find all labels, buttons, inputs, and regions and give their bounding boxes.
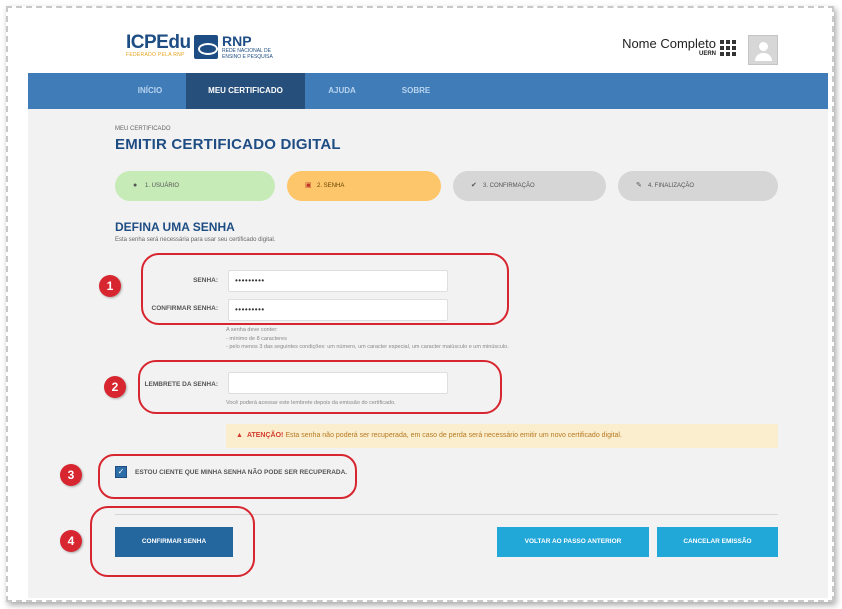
rnp-logo-title: RNP [222,33,252,49]
alert-text: Esta senha não poderá ser recuperada, em… [285,432,622,439]
grid-apps-icon[interactable] [720,40,736,56]
nav-item-ajuda[interactable]: AJUDA [316,73,368,109]
annotation-ring-1 [141,253,509,325]
user-icon: ● [133,182,138,189]
cancel-emission-button[interactable]: CANCELAR EMISSÃO [657,527,778,557]
section-title: DEFINA UMA SENHA [115,220,235,234]
user-organization: UERN [698,51,716,57]
icpedu-logo[interactable]: ICPEdu FEDERADO PELA RNP [126,32,191,58]
main-nav: INÍCIO MEU CERTIFICADO AJUDA SOBRE [28,73,828,109]
signature-icon: ✎ [636,182,642,189]
alert-strong: ATENÇÃO! [246,432,284,439]
step-label: 1. USUÁRIO [145,183,180,189]
rnp-logo[interactable]: RNP REDE NACIONAL DE ENSINO E PESQUISA [194,34,273,60]
password-rules: A senha deve conter: - mínimo de 8 carac… [226,326,509,352]
user-avatar-icon[interactable] [748,35,778,65]
screenshot-frame: ICPEdu FEDERADO PELA RNP RNP REDE NACION… [6,6,834,602]
page: ICPEdu FEDERADO PELA RNP RNP REDE NACION… [28,20,828,598]
header: ICPEdu FEDERADO PELA RNP RNP REDE NACION… [28,20,828,73]
nav-item-sobre[interactable]: SOBRE [388,73,444,109]
password-rule: - mínimo de 8 caracteres [226,335,287,342]
annotation-number-1: 1 [99,275,121,297]
annotation-number-2: 2 [104,376,126,398]
annotation-ring-4 [90,506,255,577]
step-confirmacao: ✔ 3. CONFIRMAÇÃO [453,171,606,201]
step-finalizacao: ✎ 4. FINALIZAÇÃO [618,171,778,201]
breadcrumb: MEU CERTIFICADO [115,126,171,132]
annotation-number-4: 4 [60,530,82,552]
password-rule: - pelo menos 3 das seguintes condições: … [226,344,509,350]
annotation-ring-3 [98,454,357,499]
user-name: Nome Completo [622,36,716,51]
step-label: 2. SENHA [317,183,345,189]
icpedu-logo-text: ICPEdu [126,32,191,53]
annotation-ring-2 [138,360,502,414]
password-rule: A senha deve conter: [226,327,278,333]
rnp-logo-icon [194,35,218,59]
warning-alert: ▲ ATENÇÃO! Esta senha não poderá ser recu… [226,424,778,448]
page-title: EMITIR CERTIFICADO DIGITAL [115,136,341,153]
check-circle-icon: ✔ [471,182,477,189]
icpedu-logo-subtitle: FEDERADO PELA RNP [126,52,185,58]
nav-item-inicio[interactable]: INÍCIO [115,73,185,109]
lock-icon: ▣ [305,182,312,189]
nav-item-meu-certificado[interactable]: MEU CERTIFICADO [186,73,305,109]
warning-icon: ▲ [236,432,243,439]
step-usuario: ● 1. USUÁRIO [115,171,275,201]
user-info[interactable]: Nome Completo UERN [622,36,716,57]
rnp-logo-sub2: ENSINO E PESQUISA [222,54,273,60]
step-label: 3. CONFIRMAÇÃO [483,183,535,189]
annotation-number-3: 3 [60,464,82,486]
back-button[interactable]: VOLTAR AO PASSO ANTERIOR [497,527,649,557]
step-senha: ▣ 2. SENHA [287,171,441,201]
section-description: Esta senha será necessária para usar seu… [115,237,276,243]
step-label: 4. FINALIZAÇÃO [648,183,695,189]
